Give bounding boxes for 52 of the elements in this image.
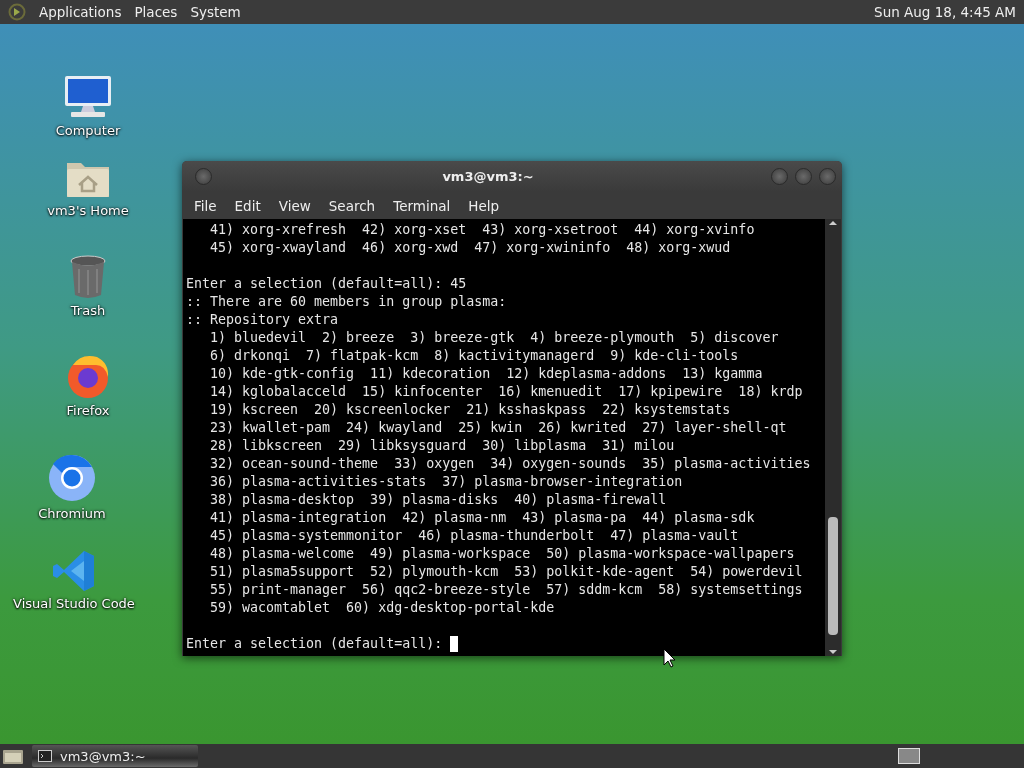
- taskbar-button[interactable]: vm3@vm3:~: [32, 745, 198, 767]
- terminal-line: 10) kde-gtk-config 11) kdecoration 12) kdeplasma-addons 13) kgamma: [209, 365, 763, 383]
- terminal-line: 28) libkscreen 29) libksysguard 30) libplasma 31) milou: [209, 437, 675, 455]
- terminal-line: 23) kwallet-pam 24) kwayland 25) kwin 26) kwrited 27) layer-shell-qt: [209, 419, 787, 437]
- trash-icon: [69, 255, 107, 299]
- show-desktop-icon[interactable]: [2, 747, 24, 765]
- terminal-line: Enter a selection (default=all):: [186, 635, 444, 653]
- terminal-line: 19) kscreen 20) kscreenlocker 21) ksshaskpass 22) ksystemstats: [209, 401, 731, 419]
- terminal-line: 38) plasma-desktop 39) plasma-disks 40) plasma-firewall: [209, 491, 667, 509]
- terminal-line: 1) bluedevil 2) breeze 3) breeze-gtk 4) breeze-plymouth 5) discover: [209, 329, 779, 347]
- terminal-line: 48) plasma-welcome 49) plasma-workspace 50) plasma-workspace-wallpapers: [209, 545, 795, 563]
- close-button[interactable]: [819, 168, 836, 185]
- terminal-line: 41) xorg-xrefresh 42) xorg-xset 43) xorg-xsetroot 44) xorg-xvinfo: [209, 221, 755, 239]
- terminal-line: 45) plasma-systemmonitor 46) plasma-thunderbolt 47) plasma-vault: [209, 527, 739, 545]
- terminal-line: 36) plasma-activities-stats 37) plasma-browser-integration: [209, 473, 683, 491]
- window-menu-button[interactable]: [195, 168, 212, 185]
- terminal-line: :: Repository extra: [186, 311, 339, 329]
- code-editor-icon: [52, 550, 96, 592]
- workspace-switcher[interactable]: [898, 748, 920, 764]
- window-title: vm3@vm3:~: [441, 169, 535, 184]
- firefox-icon: [65, 353, 111, 399]
- terminal-line: 55) print-manager 56) qqc2-breeze-style 57) sddm-kcm 58) systemsettings: [209, 581, 803, 599]
- terminal-line: 51) plasma5support 52) plymouth-kcm 53) polkit-kde-agent 54) powerdevil: [209, 563, 803, 581]
- terminal-line: 59) wacomtablet 60) xdg-desktop-portal-kde: [209, 599, 555, 617]
- scroll-down-icon[interactable]: [828, 648, 838, 656]
- terminal-icon: [38, 750, 52, 762]
- minimize-button[interactable]: [771, 168, 788, 185]
- menu-item[interactable]: Edit: [225, 197, 270, 214]
- terminal-line: 14) kglobalacceld 15) kinfocenter 16) kmenuedit 17) kpipewire 18) krdp: [209, 383, 803, 401]
- terminal-line: Enter a selection (default=all): 45: [186, 275, 467, 293]
- terminal-line: 45) xorg-xwayland 46) xorg-xwd 47) xorg-xwininfo 48) xorg-xwud: [209, 239, 731, 257]
- desktop-icon-label[interactable]: Computer: [55, 123, 121, 138]
- maximize-button[interactable]: [795, 168, 812, 185]
- desktop-icon-label[interactable]: Visual Studio Code: [13, 596, 135, 611]
- terminal-line: 41) plasma-integration 42) plasma-nm 43) plasma-pa 44) plasma-sdk: [209, 509, 755, 527]
- menu-item[interactable]: Help: [459, 197, 509, 214]
- clock[interactable]: Sun Aug 18, 4:45 AM: [874, 4, 1016, 20]
- terminal-line: 32) ocean-sound-theme 33) oxygen 34) oxygen-sounds 35) plasma-activities: [209, 455, 811, 473]
- panel-menu[interactable]: Applications: [39, 4, 122, 20]
- scrollbar-thumb[interactable]: [828, 517, 838, 635]
- panel-menu[interactable]: Places: [134, 4, 178, 20]
- menu-item[interactable]: Terminal: [384, 197, 460, 214]
- menu-item[interactable]: Search: [319, 197, 385, 214]
- chromium-icon: [48, 454, 96, 502]
- menu-item[interactable]: File: [185, 197, 226, 214]
- menu-item[interactable]: View: [269, 197, 320, 214]
- scrollbar[interactable]: [825, 219, 841, 656]
- terminal-line: 6) drkonqi 7) flatpak-kcm 8) kactivitymanagerd 9) kde-cli-tools: [209, 347, 739, 365]
- computer-icon: [63, 75, 113, 119]
- panel-menu[interactable]: System: [190, 4, 241, 20]
- terminal-line: :: There are 60 members in group plasma:: [186, 293, 507, 311]
- logo-icon[interactable]: [8, 3, 26, 21]
